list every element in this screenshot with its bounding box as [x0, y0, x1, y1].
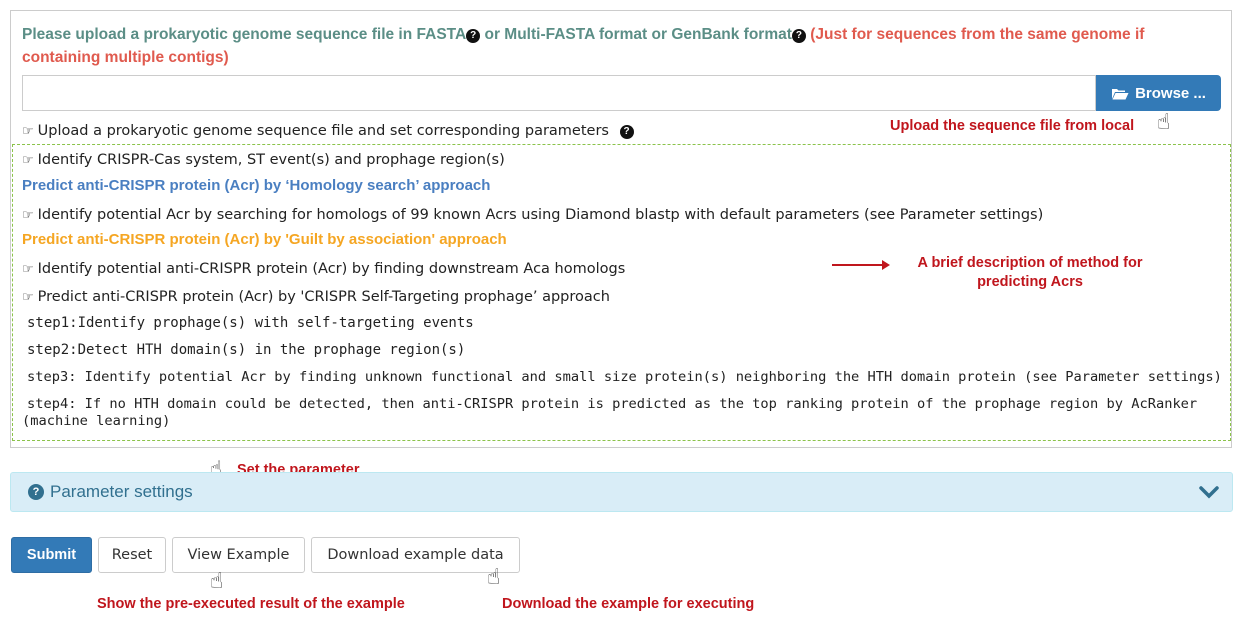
guilt-heading: Predict anti-CRISPR protein (Acr) by 'Gu…	[22, 231, 507, 248]
upload-step-text: Upload a prokaryotic genome sequence fil…	[37, 123, 609, 139]
guilt-desc-text: Identify potential anti-CRISPR protein (…	[37, 261, 626, 277]
folder-open-icon	[1112, 88, 1129, 99]
annotation-brief-description: A brief description of method for predic…	[880, 254, 1180, 292]
guilt-desc-line: ☞ Identify potential anti-CRISPR protein …	[22, 260, 625, 279]
browse-label: Browse ...	[1135, 84, 1206, 102]
hand-pointer-icon: ☞	[22, 153, 34, 168]
annotation-download-example: Download the example for executing	[502, 596, 755, 612]
homology-heading: Predict anti-CRISPR protein (Acr) by ‘Ho…	[22, 177, 491, 194]
question-circle-icon[interactable]: ?	[619, 125, 634, 139]
submit-button[interactable]: Submit	[11, 537, 92, 573]
pointer-cursor-icon: ☝	[210, 569, 224, 594]
annotation-line1: A brief description of method for	[917, 255, 1143, 271]
question-circle-icon[interactable]: ?	[791, 29, 806, 43]
hand-pointer-icon: ☞	[22, 290, 34, 305]
hand-pointer-icon: ☞	[22, 262, 34, 277]
chevron-down-icon[interactable]	[1198, 484, 1220, 500]
step4-text: step4: If no HTH domain could be detecte…	[22, 396, 1198, 429]
homology-desc-text: Identify potential Acr by searching for …	[37, 207, 1044, 223]
step3-text: step3: Identify potential Acr by finding…	[27, 369, 1222, 385]
parameter-settings-label: Parameter settings	[50, 482, 193, 501]
step1-text: step1:Identify prophage(s) with self-tar…	[27, 315, 474, 331]
annotation-line2: predicting Acrs	[977, 274, 1083, 290]
title-part2: or Multi-FASTA format or GenBank format	[480, 26, 792, 43]
hand-pointer-icon: ☞	[22, 124, 34, 139]
reset-button[interactable]: Reset	[98, 537, 166, 573]
view-example-button[interactable]: View Example	[172, 537, 305, 573]
pointer-cursor-icon: ☝	[1157, 110, 1171, 135]
browse-button[interactable]: Browse ...	[1096, 75, 1221, 111]
identify-crispr-text: Identify CRISPR-Cas system, ST event(s) …	[37, 152, 505, 168]
selftarget-desc-line: ☞ Predict anti-CRISPR protein (Acr) by 'C…	[22, 288, 610, 307]
annotation-upload-local: Upload the sequence file from local	[890, 118, 1135, 134]
step2-text: step2:Detect HTH domain(s) in the propha…	[27, 342, 466, 358]
file-path-input[interactable]	[22, 75, 1096, 111]
parameter-settings-header[interactable]: ? Parameter settings	[28, 482, 193, 502]
title-part1: Please upload a prokaryotic genome seque…	[22, 26, 467, 43]
identify-crispr-line: ☞ Identify CRISPR-Cas system, ST event(s)…	[22, 151, 505, 170]
selftarget-desc-text: Predict anti-CRISPR protein (Acr) by 'CR…	[37, 289, 610, 305]
pointer-cursor-icon: ☝	[487, 565, 501, 590]
question-circle-icon: ?	[28, 484, 44, 500]
upload-title: Please upload a prokaryotic genome seque…	[22, 23, 1227, 69]
parameter-settings-panel[interactable]	[10, 472, 1233, 512]
question-circle-icon[interactable]: ?	[466, 29, 481, 43]
hand-pointer-icon: ☞	[22, 208, 34, 223]
upload-step-line: ☞ Upload a prokaryotic genome sequence fi…	[22, 122, 634, 141]
homology-desc-line: ☞ Identify potential Acr by searching for…	[22, 206, 1043, 225]
annotation-show-result: Show the pre-executed result of the exam…	[97, 596, 405, 612]
